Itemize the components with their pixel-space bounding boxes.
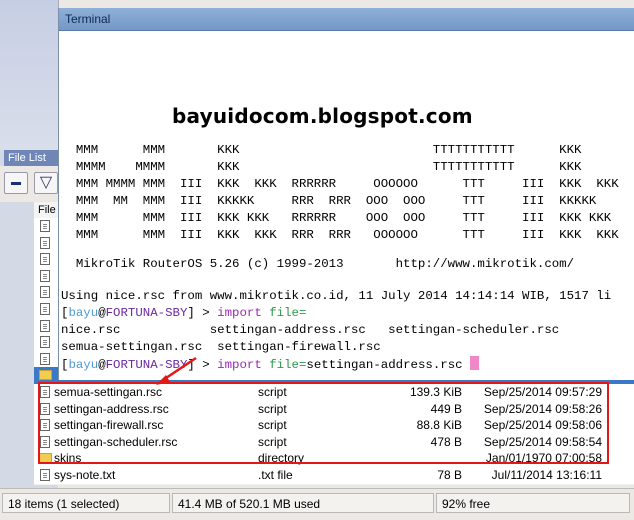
banner-line: MMM MMM KKK TTTTTTTTTTT KKK [61,143,582,157]
prompt-close: ] > [187,306,210,320]
remove-button[interactable] [4,172,28,194]
blog-watermark: bayuidocom.blogspot.com [172,104,473,128]
info-line: Using nice.rsc from www.mikrotik.co.id, … [61,289,612,303]
folder-icon [39,370,52,381]
file-size: 78 B [437,468,462,482]
prompt-close: ] > [187,358,210,372]
command-file: file= [269,306,307,320]
column-header-file[interactable]: File [38,204,56,216]
banner-line: MMMM MMMM KKK TTTTTTTTTTT KKK [61,160,582,174]
file-name: sys-note.txt [54,468,116,482]
prompt-at: @ [98,358,106,372]
status-bar: 18 items (1 selected) 41.4 MB of 520.1 M… [0,488,634,520]
prompt-line-1: [bayu@FORTUNA-SBY] > import file= [61,305,306,322]
file-list-background-area [0,0,59,150]
completion-line: semua-settingan.rsc settingan-firewall.r… [61,340,381,354]
command-import: import [217,306,262,320]
command-import: import [217,358,262,372]
document-icon [40,253,50,266]
terminal-cursor [470,356,480,370]
command-file: file= [269,358,307,372]
terminal-titlebar[interactable]: Terminal [59,8,634,31]
file-list-title: File List [4,150,62,166]
prompt-line-2[interactable]: [bayu@FORTUNA-SBY] > import file=setting… [61,356,480,374]
status-usage: 41.4 MB of 520.1 MB used [172,493,434,513]
status-items: 18 items (1 selected) [2,493,170,513]
table-row[interactable]: sys-note.txt .txt file 78 B Jul/11/2014 13:… [34,467,634,485]
terminal-window[interactable]: Terminal MMM MMM KKK TTTTTTTTTTT KKK MMM… [58,8,634,380]
document-icon [40,286,50,299]
document-icon [40,303,50,315]
file-date: Jul/11/2014 13:16:11 [491,468,602,482]
document-icon [40,220,50,232]
document-icon [40,236,50,249]
banner-line: MMM MMM III KKK KKK RRRRRR OOO OOO TTT I… [61,211,612,225]
terminal-output[interactable]: MMM MMM KKK TTTTTTTTTTT KKK MMMM MMMM KK… [59,31,634,380]
prompt-user: bayu [68,358,99,372]
terminal-title: Terminal [65,12,111,26]
highlight-box [38,382,609,464]
command-argument: settingan-address.rsc [306,358,463,372]
banner-line: MMM MMM III KKK KKK RRR RRR OOOOOO TTT I… [61,228,619,242]
document-icon [40,469,50,481]
banner-line: MMM MM MMM III KKKKK RRR RRR OOO OOO TTT… [61,194,597,208]
filter-icon[interactable]: ▽ [34,172,58,194]
document-icon [40,319,50,332]
banner-line: MMM MMMM MMM III KKK KKK RRRRRR OOOOOO T… [61,177,619,191]
prompt-host: FORTUNA-SBY [105,358,188,372]
status-free: 92% free [436,493,630,513]
document-icon [40,352,50,365]
prompt-at: @ [98,306,106,320]
file-type: .txt file [258,468,293,482]
document-icon [40,269,50,282]
version-line: MikroTik RouterOS 5.26 (c) 1999-2013 htt… [61,257,575,271]
completion-line: nice.rsc settingan-address.rsc settingan… [61,323,560,337]
prompt-user: bayu [68,306,99,320]
document-icon [40,336,50,349]
prompt-host: FORTUNA-SBY [105,306,188,320]
